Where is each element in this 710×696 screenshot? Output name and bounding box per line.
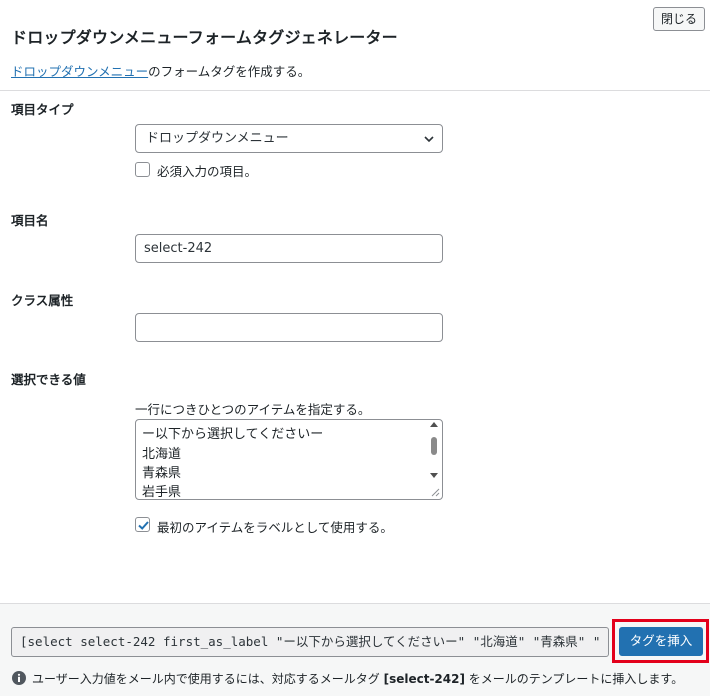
checkmark-icon <box>138 521 149 530</box>
required-label: 必須入力の項目。 <box>157 164 258 179</box>
first-as-label-text: 最初のアイテムをラベルとして使用する。 <box>157 520 393 535</box>
tag-code-field[interactable]: [select select-242 first_as_label "ー以下から… <box>11 627 609 657</box>
required-checkbox[interactable] <box>135 162 150 177</box>
chevron-down-icon <box>424 136 434 143</box>
field-type-selected-value: ドロップダウンメニュー <box>146 131 289 146</box>
scroll-thumb <box>431 437 437 455</box>
options-hint: 一行につきひとつのアイテムを指定する。 <box>135 402 371 417</box>
description-link[interactable]: ドロップダウンメニュー <box>11 64 148 79</box>
mail-tag-note: ユーザー入力値をメール内で使用するには、対応するメールタグ [select-24… <box>32 670 683 687</box>
info-icon <box>12 671 26 685</box>
dialog-description: ドロップダウンメニューのフォームタグを作成する。 <box>11 61 310 80</box>
resize-handle-icon[interactable] <box>430 487 440 497</box>
options-label: 選択できる値 <box>11 372 86 387</box>
class-attr-input[interactable] <box>135 313 443 342</box>
description-text: のフォームタグを作成する。 <box>148 64 311 79</box>
scroll-up-arrow-icon <box>430 422 438 427</box>
options-textarea[interactable]: ー以下から選択してくださいー 北海道 青森県 岩手県 <box>135 419 443 500</box>
insert-tag-button[interactable]: タグを挿入 <box>619 627 703 656</box>
note-prefix: ユーザー入力値をメール内で使用するには、対応するメールタグ <box>32 672 384 686</box>
scroll-down-arrow-icon <box>430 473 438 478</box>
field-name-input[interactable] <box>135 234 443 263</box>
note-suffix: をメールのテンプレートに挿入します。 <box>464 672 684 686</box>
option-line: 北海道 <box>142 447 182 462</box>
field-type-label: 項目タイプ <box>11 102 74 117</box>
first-as-label-checkbox[interactable] <box>135 517 150 532</box>
header-divider <box>0 90 710 91</box>
option-line: 岩手県 <box>142 485 182 500</box>
dialog-title: ドロップダウンメニューフォームタグジェネレーター <box>11 28 398 47</box>
field-name-label: 項目名 <box>11 213 49 228</box>
class-attr-label: クラス属性 <box>11 293 74 308</box>
note-mail-tag: [select-242] <box>383 672 465 686</box>
field-type-select[interactable]: ドロップダウンメニュー <box>135 124 443 153</box>
option-line: ー以下から選択してくださいー <box>142 427 324 442</box>
close-button[interactable]: 閉じる <box>653 7 705 31</box>
option-line: 青森県 <box>142 466 182 481</box>
